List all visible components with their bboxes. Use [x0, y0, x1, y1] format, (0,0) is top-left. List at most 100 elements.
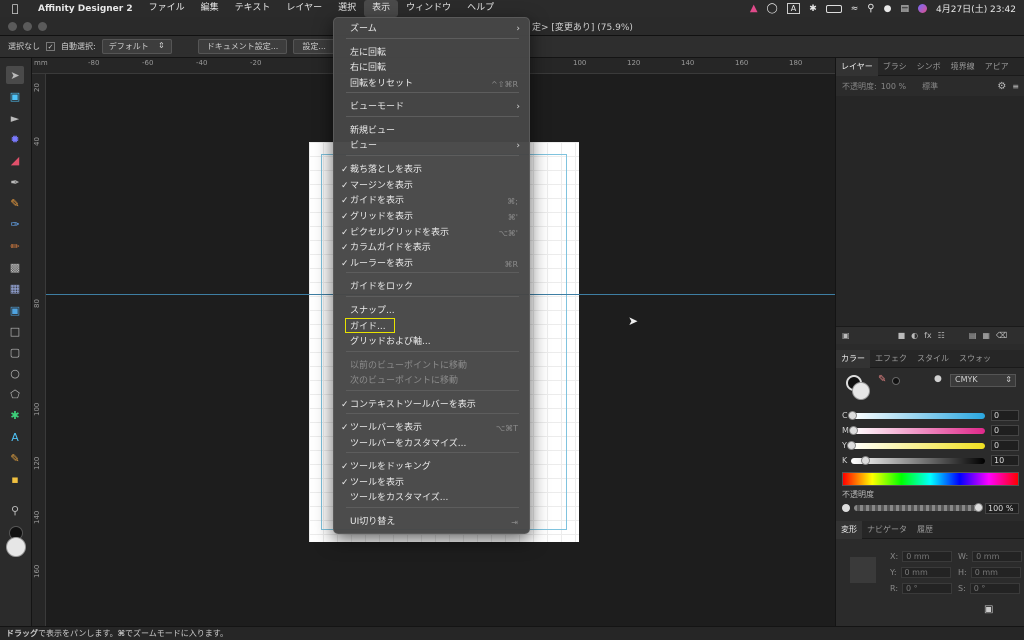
measure-tool-icon[interactable]: ▪ [6, 470, 24, 488]
black-value[interactable]: 10 [991, 455, 1019, 466]
auto-select-checkbox[interactable]: ✓ [46, 42, 55, 51]
user-icon[interactable]: ● [884, 4, 892, 14]
ellipse-tool-icon[interactable]: ○ [6, 364, 24, 382]
cyan-value[interactable]: 0 [991, 410, 1019, 421]
place-image-tool-icon[interactable]: ▣ [6, 301, 24, 319]
y-input[interactable]: 0 mm [900, 567, 951, 578]
pencil-tool-icon[interactable]: ✎ [6, 194, 24, 212]
tab-effects[interactable]: エフェク [870, 353, 912, 364]
tab-appearance[interactable]: アピア [980, 61, 1014, 72]
magenta-value[interactable]: 0 [991, 425, 1019, 436]
zoom-tool-icon[interactable]: ⚲ [6, 501, 24, 519]
siri-icon[interactable] [918, 4, 927, 13]
tab-layers[interactable]: レイヤー [836, 57, 878, 76]
yellow-slider[interactable] [846, 440, 985, 450]
yellow-value[interactable]: 0 [991, 440, 1019, 451]
tab-swatches[interactable]: スウォッ [954, 353, 996, 364]
slider-knob[interactable] [848, 425, 858, 435]
menu-window[interactable]: ウィンドウ [398, 0, 459, 17]
color-spectrum[interactable] [842, 472, 1019, 486]
rectangle-tool-icon[interactable]: ▢ [6, 343, 24, 361]
menu-select[interactable]: 選択 [330, 0, 364, 17]
gear-icon[interactable]: ⚙ [997, 81, 1006, 92]
view-menu-item[interactable]: 回転をリセット ^⇧⌘R [338, 77, 526, 92]
w-input[interactable]: 0 mm [972, 551, 1022, 562]
spotlight-search-icon[interactable]: ⚲ [867, 3, 874, 14]
view-menu-item[interactable]: ✓ ツールバーを表示 ⌥⌘T [338, 421, 526, 436]
magenta-slider[interactable] [848, 425, 985, 435]
cyan-slider[interactable] [847, 410, 985, 420]
text-tool-icon[interactable]: A [6, 428, 24, 446]
transform-options-icon[interactable]: ▣ [984, 604, 993, 615]
slider-knob[interactable] [860, 455, 870, 465]
input-source-icon[interactable]: A [786, 3, 801, 14]
point-transform-tool-icon[interactable]: ✹ [6, 130, 24, 148]
rotation-input[interactable]: 0 ° [902, 583, 953, 594]
vertical-ruler[interactable]: 20 40 80 100 120 140 160 [32, 74, 46, 626]
view-menu-item[interactable]: ✓ ツールをドッキング [338, 460, 526, 475]
h-input[interactable]: 0 mm [970, 567, 1021, 578]
view-menu-item[interactable]: ✓ ガイドを表示 ⌘; [338, 194, 526, 209]
auto-select-dropdown[interactable]: デフォルト ⇕ [101, 39, 172, 54]
shape-tool-icon[interactable]: ✱ [6, 406, 24, 424]
view-menu-item[interactable]: スナップ... [338, 304, 526, 319]
layer-opacity-value[interactable]: 100 % [881, 82, 906, 91]
affinity-status-icon[interactable]: ▲ [750, 3, 758, 14]
tab-stroke[interactable]: 境界線 [946, 61, 980, 72]
tab-brushes[interactable]: ブラシ [878, 61, 912, 72]
lock-icon[interactable]: ● [934, 374, 942, 384]
duplicate-layer-icon[interactable]: ▦ [982, 331, 990, 340]
corner-tool-icon[interactable]: ◢ [6, 151, 24, 169]
tab-color[interactable]: カラー [836, 349, 870, 368]
color-opacity-value[interactable]: 100 % [985, 502, 1019, 514]
fx-icon[interactable]: fx [924, 331, 932, 340]
color-picker-icon[interactable]: ✎ [878, 374, 886, 385]
bluetooth-icon[interactable]: ✱ [809, 4, 817, 14]
tab-history[interactable]: 履歴 [912, 524, 938, 535]
shear-input[interactable]: 0 ° [969, 583, 1020, 594]
view-menu-item[interactable]: ✓ マージンを表示 [338, 179, 526, 194]
minimize-window-icon[interactable] [23, 22, 32, 31]
opacity-slider[interactable] [854, 503, 983, 512]
fill-well[interactable] [852, 382, 870, 400]
view-menu-item[interactable]: ✓ ピクセルグリッドを表示 ⌥⌘' [338, 226, 526, 241]
apple-menu-icon[interactable]:  [0, 2, 30, 15]
tab-styles[interactable]: スタイル [912, 353, 954, 364]
move-tool-icon[interactable]: ➤ [6, 66, 24, 84]
transparency-tool-icon[interactable]: ▦ [6, 279, 24, 297]
menu-file[interactable]: ファイル [141, 0, 193, 17]
crop-tool-icon[interactable]: □ [6, 322, 24, 340]
vector-brush-tool-icon[interactable]: ✑ [6, 215, 24, 233]
fill-tool-icon[interactable]: ✏ [6, 237, 24, 255]
layers-list[interactable] [836, 96, 1024, 326]
view-menu-item[interactable]: ✓ グリッドを表示 ⌘' [338, 210, 526, 225]
settings-button[interactable]: 設定... [293, 39, 335, 54]
menu-text[interactable]: テキスト [227, 0, 279, 17]
wifi-icon[interactable]: ≈ [851, 4, 859, 14]
menu-help[interactable]: ヘルプ [459, 0, 502, 17]
menu-layer[interactable]: レイヤー [278, 0, 330, 17]
anchor-point-selector[interactable] [850, 557, 876, 583]
tab-symbols[interactable]: シンボ [912, 61, 946, 72]
blend-mode-select[interactable]: 標準 [922, 81, 938, 92]
color-model-select[interactable]: CMYK ⇕ [950, 374, 1016, 387]
view-menu-item[interactable]: ✓ ツールを表示 [338, 476, 526, 491]
view-menu-item[interactable]: ツールをカスタマイズ... [338, 491, 526, 506]
pen-tool-icon[interactable]: ✒ [6, 173, 24, 191]
black-slider[interactable] [851, 455, 985, 465]
slider-knob[interactable] [847, 410, 857, 420]
view-menu-item[interactable]: ✓ コンテキストツールバーを表示 [338, 398, 526, 413]
view-menu-item[interactable]: ✓ ルーラーを表示 ⌘R [338, 257, 526, 272]
menu-edit[interactable]: 編集 [193, 0, 227, 17]
view-menu-item[interactable]: 新規ビュー [338, 124, 526, 139]
x-input[interactable]: 0 mm [902, 551, 953, 562]
color-picker-tool-icon[interactable]: ✎ [6, 449, 24, 467]
slider-knob[interactable] [846, 440, 856, 450]
view-menu-item[interactable]: ビュー › [338, 139, 526, 154]
app-menu[interactable]: Affinity Designer 2 [30, 4, 141, 14]
battery-icon[interactable] [825, 4, 842, 13]
node-tool-icon[interactable]: ► [6, 109, 24, 127]
view-menu-item[interactable]: UI切り替え ⇥ [338, 515, 526, 530]
fill-color-well[interactable] [6, 537, 26, 557]
creative-cloud-icon[interactable]: ◯ [767, 3, 778, 14]
